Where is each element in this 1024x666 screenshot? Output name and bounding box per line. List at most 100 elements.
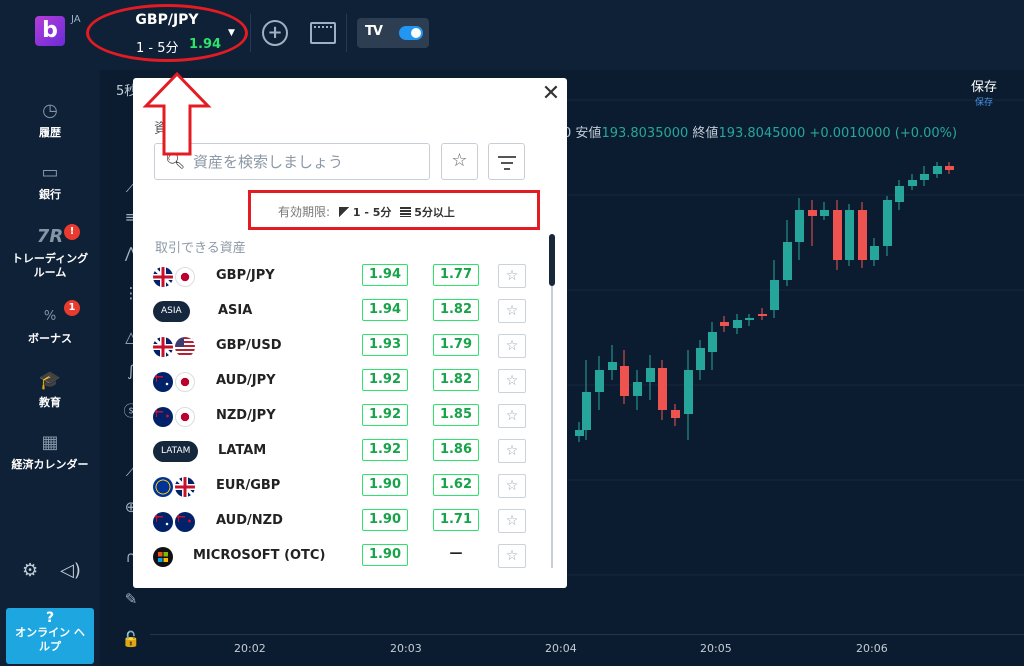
candle-body bbox=[595, 370, 604, 392]
save-layout-button[interactable]: 保存 保存 bbox=[964, 76, 1004, 108]
long-expiry-payout[interactable]: 1.71 bbox=[433, 509, 479, 531]
sidebar-item-label: 履歴 bbox=[39, 126, 61, 139]
long-expiry-payout[interactable]: 1.82 bbox=[433, 369, 479, 391]
online-help-button[interactable]: ? オンライン ヘルプ bbox=[6, 608, 94, 664]
asset-row[interactable]: MICROSOFT (OTC) 1.90 — ☆ bbox=[133, 538, 543, 573]
long-expiry-payout[interactable]: 1.79 bbox=[433, 334, 479, 356]
long-expiry-label: 5分以上 bbox=[414, 206, 455, 219]
favorites-filter-button[interactable]: ☆ bbox=[441, 143, 478, 180]
star-icon[interactable]: ☆ bbox=[498, 404, 526, 428]
long-expiry-payout[interactable]: 1.77 bbox=[433, 264, 479, 286]
sidebar-item-bank[interactable]: ▭ 銀行 bbox=[0, 162, 100, 202]
short-expiry-label: 1 - 5分 bbox=[352, 206, 392, 219]
brand-logo[interactable]: b bbox=[35, 16, 65, 46]
count-badge: 1 bbox=[64, 300, 80, 316]
gear-icon[interactable]: ⚙ bbox=[22, 560, 38, 581]
candle-body bbox=[696, 348, 705, 370]
lock-icon[interactable]: 🔓 bbox=[120, 628, 142, 650]
scrollbar-track[interactable] bbox=[551, 286, 553, 568]
short-expiry-payout[interactable]: 1.94 bbox=[362, 299, 408, 321]
close-icon[interactable]: ✕ bbox=[540, 83, 562, 106]
au-flag-icon bbox=[153, 372, 173, 392]
candle-body bbox=[845, 210, 854, 260]
asset-row[interactable]: NZD/JPY 1.92 1.85 ☆ bbox=[133, 398, 543, 433]
tradingview-logo-icon: TV bbox=[365, 24, 383, 39]
save-sublabel: 保存 bbox=[974, 98, 993, 108]
long-expiry-payout[interactable]: 1.62 bbox=[433, 474, 479, 496]
divider bbox=[250, 14, 251, 52]
region-badge: ASIA bbox=[153, 301, 190, 322]
layout-icon[interactable] bbox=[310, 22, 336, 44]
tradingview-toggle[interactable]: TV bbox=[357, 18, 429, 48]
asset-name: MICROSOFT (OTC) bbox=[193, 548, 326, 563]
star-icon[interactable]: ☆ bbox=[498, 369, 526, 393]
candle-body bbox=[646, 368, 655, 382]
asset-row[interactable]: GBP/USD 1.93 1.79 ☆ bbox=[133, 328, 543, 363]
star-icon[interactable]: ☆ bbox=[498, 264, 526, 288]
asset-list: GBP/JPY 1.94 1.77 ☆ ASIA ASIA 1.94 1.82 ☆ GBP/USD… bbox=[133, 258, 543, 578]
long-expiry-payout[interactable]: 1.82 bbox=[433, 299, 479, 321]
asset-name: GBP/JPY bbox=[216, 268, 275, 283]
short-expiry-payout[interactable]: 1.92 bbox=[362, 439, 408, 461]
bonus-icon: % bbox=[43, 309, 57, 324]
expiry-label: 有効期限: bbox=[278, 205, 331, 219]
star-icon[interactable]: ☆ bbox=[498, 439, 526, 463]
candle-body bbox=[633, 382, 642, 396]
scrollbar-thumb[interactable] bbox=[549, 234, 555, 286]
short-expiry-payout[interactable]: 1.90 bbox=[362, 544, 408, 566]
sidebar-item-bonus[interactable]: % ボーナス 1 bbox=[0, 300, 100, 346]
long-expiry-payout[interactable]: 1.85 bbox=[433, 404, 479, 426]
star-icon[interactable]: ☆ bbox=[498, 544, 526, 568]
asset-row[interactable]: ASIA ASIA 1.94 1.82 ☆ bbox=[133, 293, 543, 328]
short-expiry-payout[interactable]: 1.93 bbox=[362, 334, 408, 356]
star-icon[interactable]: ☆ bbox=[498, 299, 526, 323]
asset-row[interactable]: EUR/GBP 1.90 1.62 ☆ bbox=[133, 468, 543, 503]
speaker-icon[interactable]: ◁) bbox=[60, 560, 81, 581]
short-expiry-payout[interactable]: 1.92 bbox=[362, 404, 408, 426]
star-icon[interactable]: ☆ bbox=[498, 474, 526, 498]
sort-button[interactable] bbox=[488, 143, 525, 180]
time-tick: 20:03 bbox=[390, 642, 422, 655]
ohlc-readout: 0 安値193.8035000 終値193.8045000 +0.0010000… bbox=[563, 122, 957, 141]
candle-body bbox=[658, 368, 667, 410]
sort-icon bbox=[497, 156, 516, 158]
sidebar-item-trading-room[interactable]: 7R トレーディング ルーム ! bbox=[0, 224, 100, 280]
add-chart-button[interactable]: + bbox=[262, 20, 288, 46]
asset-name: ASIA bbox=[218, 303, 253, 318]
asset-row[interactable]: LATAM LATAM 1.92 1.86 ☆ bbox=[133, 433, 543, 468]
top-bar: b JA GBP/JPY 1 - 5分 1.94 ▼ + TV bbox=[0, 0, 1024, 70]
candle-body bbox=[895, 186, 904, 202]
microsoft-logo-icon bbox=[158, 552, 168, 562]
star-icon[interactable]: ☆ bbox=[498, 334, 526, 358]
candle-body bbox=[708, 332, 717, 352]
candle-body bbox=[808, 210, 817, 216]
sidebar-item-economic-calendar[interactable]: ▦ 経済カレンダー bbox=[0, 432, 100, 472]
toggle-switch[interactable] bbox=[399, 26, 423, 40]
candle-body bbox=[720, 322, 729, 326]
sidebar-item-education[interactable]: 🎓 教育 bbox=[0, 370, 100, 410]
candle-body bbox=[870, 246, 879, 260]
asset-row[interactable]: GBP/JPY 1.94 1.77 ☆ bbox=[133, 258, 543, 293]
sidebar-item-label: 教育 bbox=[39, 396, 61, 409]
search-input[interactable] bbox=[193, 149, 423, 175]
language-code[interactable]: JA bbox=[71, 14, 81, 25]
long-expiry-payout[interactable]: 1.86 bbox=[433, 439, 479, 461]
asset-row[interactable]: AUD/NZD 1.90 1.71 ☆ bbox=[133, 503, 543, 538]
short-expiry-payout[interactable]: 1.90 bbox=[362, 474, 408, 496]
pencil-icon[interactable]: ✎ bbox=[120, 588, 142, 610]
sidebar-item-label: トレーディング ルーム bbox=[11, 252, 89, 279]
region-badge: LATAM bbox=[153, 441, 199, 462]
short-expiry-icon bbox=[338, 207, 350, 217]
asset-row[interactable]: AUD/JPY 1.92 1.82 ☆ bbox=[133, 363, 543, 398]
short-expiry-payout[interactable]: 1.92 bbox=[362, 369, 408, 391]
sort-icon bbox=[500, 162, 513, 164]
section-label: 取引できる資産 bbox=[155, 241, 246, 256]
sidebar-item-history[interactable]: ◷ 履歴 bbox=[0, 100, 100, 140]
star-icon[interactable]: ☆ bbox=[498, 509, 526, 533]
candle-body bbox=[783, 242, 792, 280]
annotation-ellipse bbox=[86, 4, 248, 62]
short-expiry-payout[interactable]: 1.90 bbox=[362, 509, 408, 531]
close-label: 終値 bbox=[692, 126, 719, 141]
short-expiry-payout[interactable]: 1.94 bbox=[362, 264, 408, 286]
candle-body bbox=[883, 200, 892, 246]
